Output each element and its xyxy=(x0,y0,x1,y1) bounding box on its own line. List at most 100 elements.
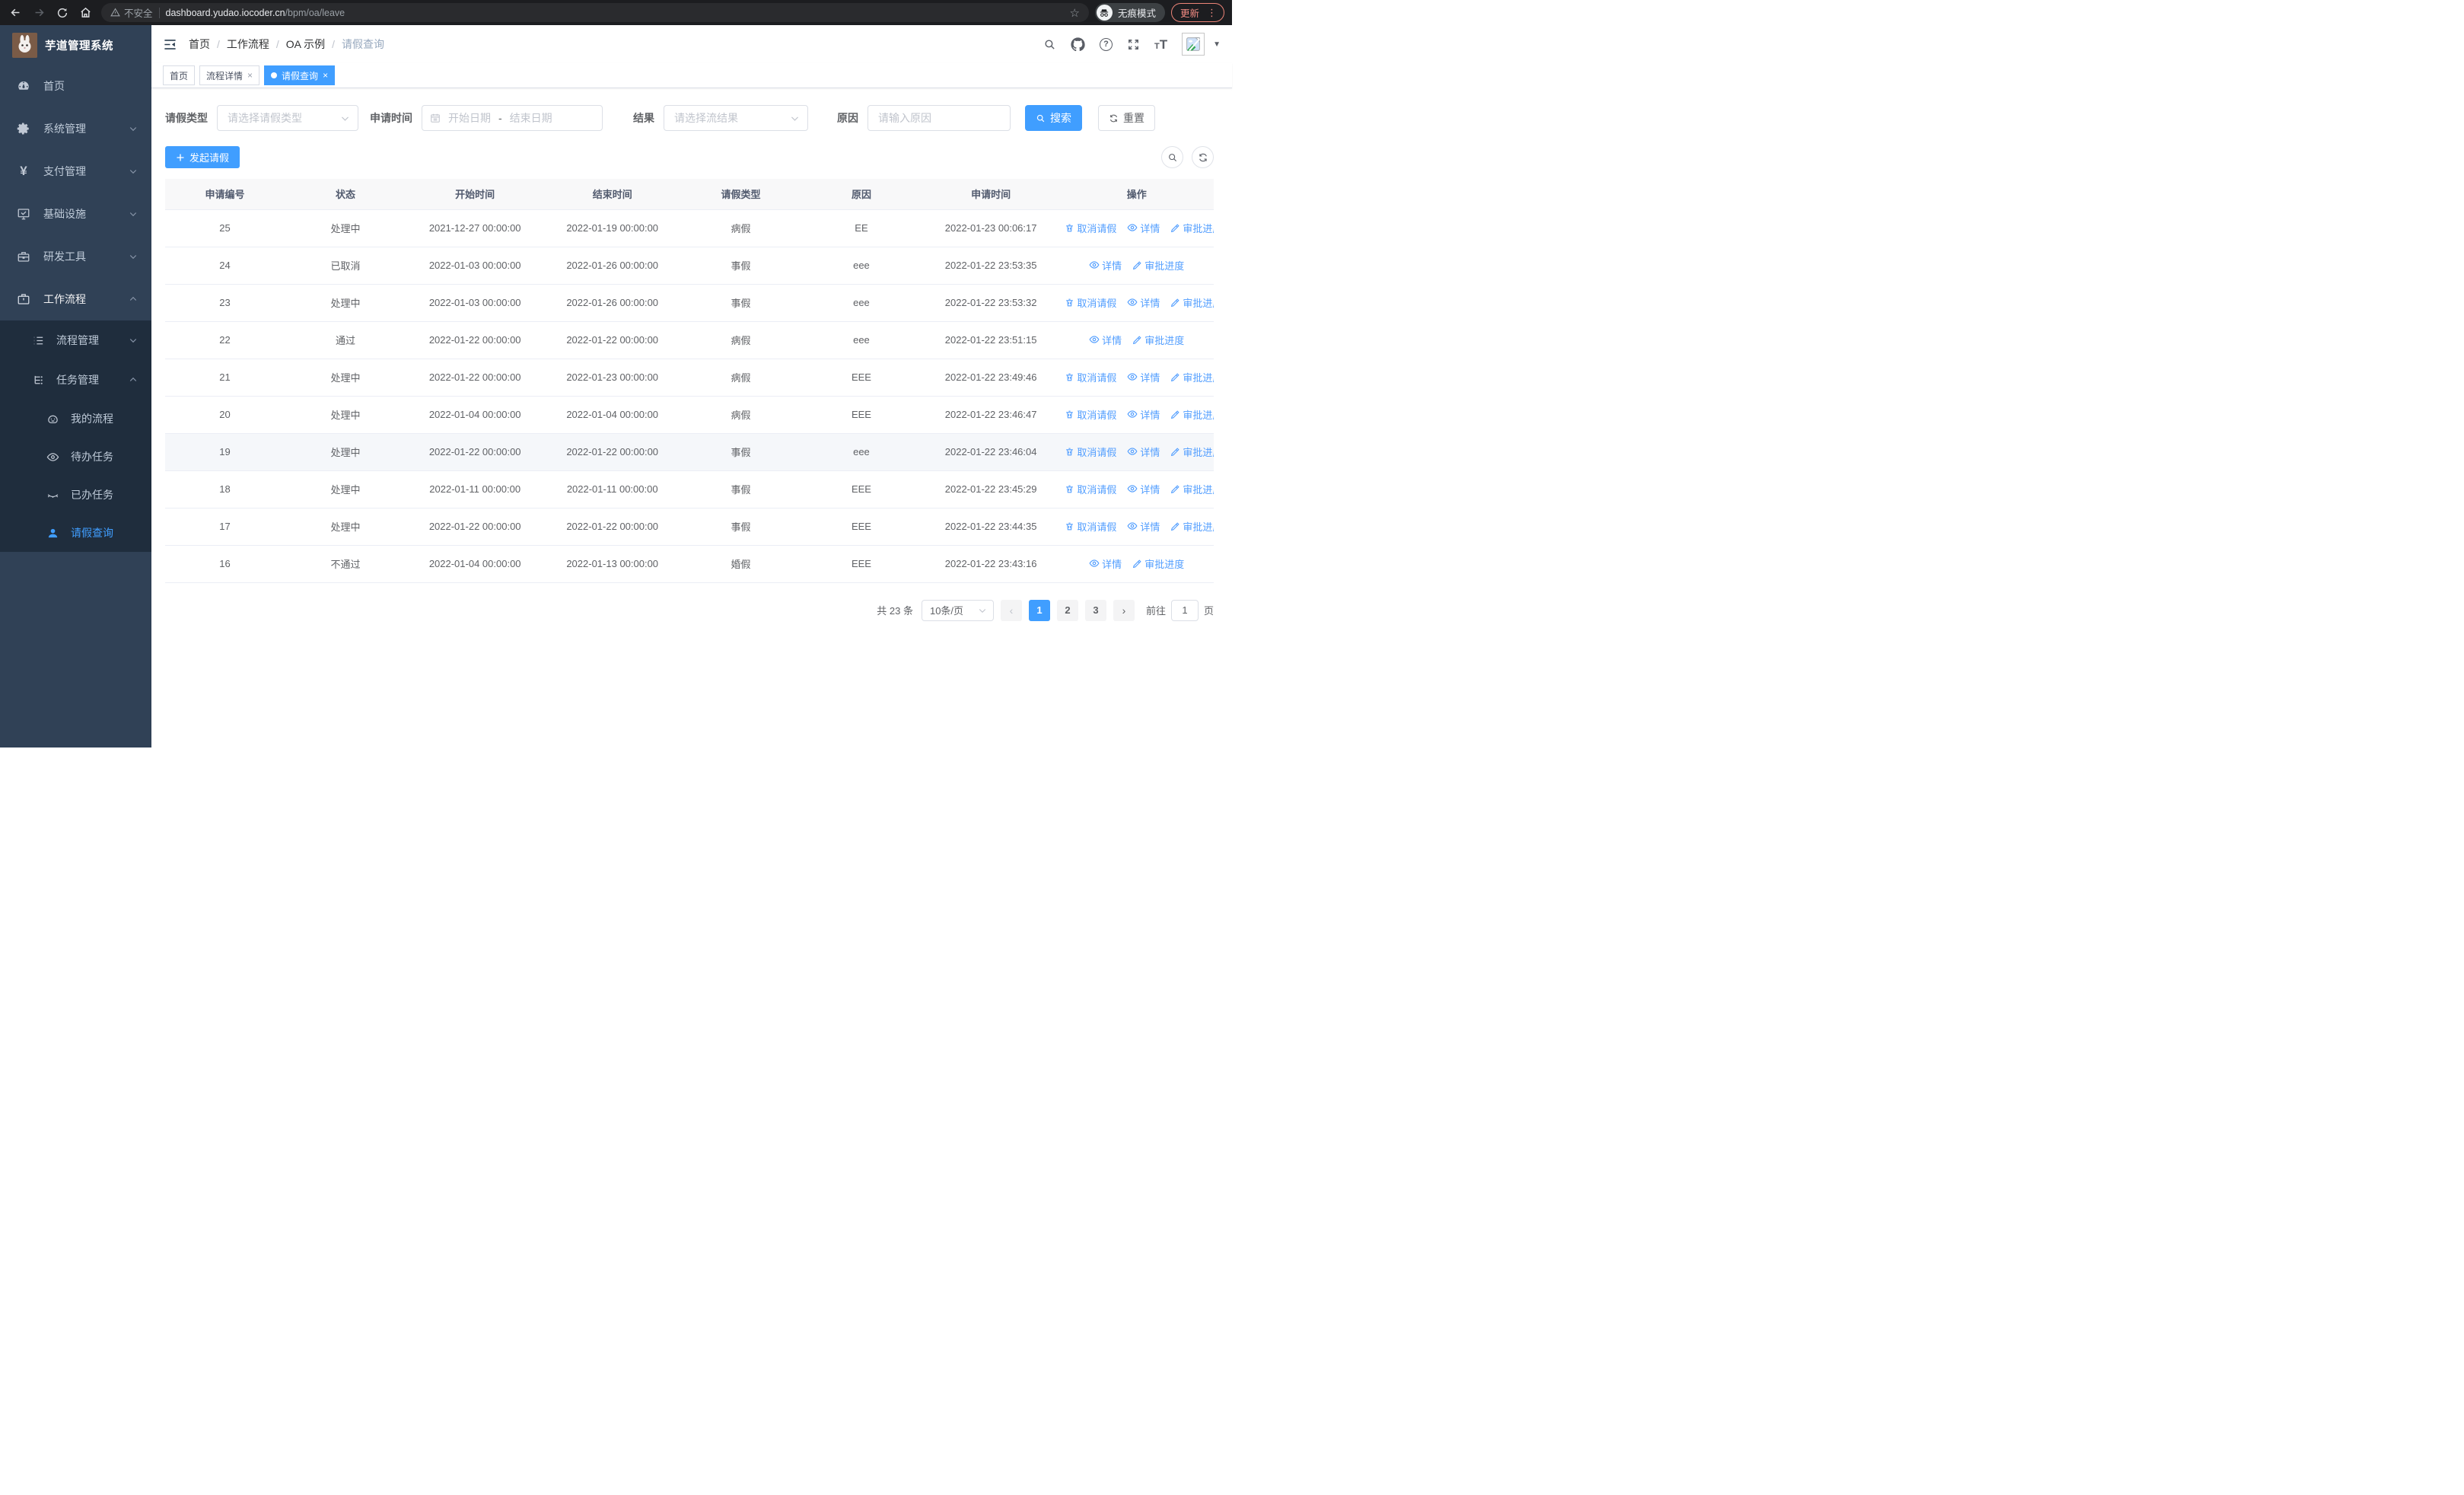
breadcrumb-item[interactable]: OA 示例 xyxy=(286,37,325,52)
help-icon[interactable]: ? xyxy=(1099,37,1113,51)
search-button[interactable]: 搜索 xyxy=(1025,105,1082,131)
eye-icon xyxy=(1127,298,1138,306)
tab-process-detail[interactable]: 流程详情 × xyxy=(199,65,260,85)
update-button[interactable]: 更新 ⋮ xyxy=(1170,3,1224,22)
avatar-dropdown-caret[interactable]: ▼ xyxy=(1213,40,1221,49)
column-header: 申请时间 xyxy=(922,179,1060,210)
breadcrumb-item[interactable]: 首页 xyxy=(189,37,210,52)
show-search-button[interactable] xyxy=(1161,146,1183,168)
action-detail-link[interactable]: 详情 xyxy=(1127,295,1160,310)
pen-icon xyxy=(1133,261,1141,270)
action-progress-link[interactable]: 审批进度 xyxy=(1170,519,1214,534)
action-detail-link[interactable]: 详情 xyxy=(1127,370,1160,384)
row-start-time: 2022-01-11 00:00:00 xyxy=(406,470,544,508)
apply-time-range-picker[interactable]: 开始日期 - 结束日期 xyxy=(422,105,603,131)
sidebar-item-todo-tasks[interactable]: 待办任务 xyxy=(0,438,151,476)
tab-leave-query[interactable]: 请假查询 × xyxy=(264,65,336,85)
sidebar-item-infra[interactable]: 基础设施 xyxy=(0,193,151,235)
action-progress-link[interactable]: 审批进度 xyxy=(1132,556,1184,571)
row-reason: EEE xyxy=(801,396,922,434)
page-button[interactable]: 3 xyxy=(1084,599,1106,621)
row-reason: eee xyxy=(801,321,922,359)
security-status[interactable]: 不安全 xyxy=(110,5,153,20)
action-cancel-leave-link[interactable]: 取消请假 xyxy=(1065,445,1116,459)
action-cancel-leave-link[interactable]: 取消请假 xyxy=(1065,295,1116,310)
browser-menu-icon[interactable]: ⋮ xyxy=(1207,7,1217,19)
back-icon[interactable] xyxy=(9,6,22,19)
avatar[interactable] xyxy=(1182,33,1205,56)
sidebar-item-workflow[interactable]: 工作流程 xyxy=(0,278,151,320)
table-row: 18 处理中 2022-01-11 00:00:00 2022-01-11 00:00… xyxy=(165,470,1214,508)
app-logo xyxy=(12,32,37,58)
action-detail-link[interactable]: 详情 xyxy=(1127,482,1160,496)
result-select[interactable]: 请选择流结果 xyxy=(664,105,808,131)
action-progress-link[interactable]: 审批进度 xyxy=(1170,482,1214,496)
action-detail-link[interactable]: 详情 xyxy=(1127,519,1160,534)
page-button[interactable]: 2 xyxy=(1056,599,1078,621)
action-progress-link[interactable]: 审批进度 xyxy=(1170,221,1214,235)
action-progress-link[interactable]: 审批进度 xyxy=(1170,445,1214,459)
close-icon[interactable]: × xyxy=(323,70,328,81)
close-icon[interactable]: × xyxy=(247,70,253,81)
action-detail-link[interactable]: 详情 xyxy=(1127,221,1160,235)
action-progress-link[interactable]: 审批进度 xyxy=(1132,333,1184,347)
page-size-select[interactable]: 10条/页 xyxy=(921,599,994,621)
action-detail-link[interactable]: 详情 xyxy=(1089,333,1122,347)
sidebar-item-task-mgmt[interactable]: 任务管理 xyxy=(0,360,151,400)
column-header: 状态 xyxy=(285,179,406,210)
action-cancel-leave-link[interactable]: 取消请假 xyxy=(1065,221,1116,235)
sidebar-fold-icon[interactable] xyxy=(163,37,177,52)
reason-input[interactable]: 请输入原因 xyxy=(867,105,1011,131)
row-actions: 取消请假详情审批进度 xyxy=(1059,470,1214,508)
sidebar-item-system[interactable]: 系统管理 xyxy=(0,107,151,150)
action-cancel-leave-link[interactable]: 取消请假 xyxy=(1065,370,1116,384)
reload-icon[interactable] xyxy=(56,7,68,19)
goto-page-input[interactable] xyxy=(1170,599,1199,621)
eye-closed-icon xyxy=(45,489,60,502)
search-icon[interactable] xyxy=(1043,38,1056,51)
refresh-table-button[interactable] xyxy=(1192,146,1214,168)
sidebar-item-done-tasks[interactable]: 已办任务 xyxy=(0,476,151,514)
home-icon[interactable] xyxy=(79,6,92,19)
page-button[interactable]: 1 xyxy=(1028,599,1050,621)
breadcrumb-item[interactable]: 工作流程 xyxy=(227,37,269,52)
sidebar-item-label: 任务管理 xyxy=(56,374,99,386)
font-size-icon[interactable]: TT xyxy=(1154,38,1167,51)
next-page-button[interactable]: › xyxy=(1113,599,1135,621)
action-detail-link[interactable]: 详情 xyxy=(1089,556,1122,571)
tab-home[interactable]: 首页 xyxy=(163,65,196,85)
sidebar-item-home[interactable]: 首页 xyxy=(0,65,151,107)
row-apply-time: 2022-01-22 23:53:32 xyxy=(922,284,1060,322)
github-icon[interactable] xyxy=(1071,37,1085,52)
action-progress-link[interactable]: 审批进度 xyxy=(1170,407,1214,422)
table-row: 25 处理中 2021-12-27 00:00:00 2022-01-19 00:00… xyxy=(165,209,1214,247)
action-cancel-leave-link[interactable]: 取消请假 xyxy=(1065,482,1116,496)
action-detail-link[interactable]: 详情 xyxy=(1127,445,1160,459)
action-progress-link[interactable]: 审批进度 xyxy=(1170,370,1214,384)
fullscreen-icon[interactable] xyxy=(1127,38,1140,51)
row-leave-type: 事假 xyxy=(680,247,801,285)
create-leave-button[interactable]: 发起请假 xyxy=(165,146,240,168)
bookmark-star-icon[interactable]: ☆ xyxy=(1070,6,1080,20)
leave-type-select[interactable]: 请选择请假类型 xyxy=(217,105,358,131)
table-row: 20 处理中 2022-01-04 00:00:00 2022-01-04 00:00… xyxy=(165,396,1214,434)
sidebar-item-leave-query[interactable]: 请假查询 xyxy=(0,514,151,552)
sidebar-item-devtools[interactable]: 研发工具 xyxy=(0,235,151,278)
sidebar-item-process-mgmt[interactable]: 流程管理 xyxy=(0,320,151,360)
action-detail-link[interactable]: 详情 xyxy=(1089,258,1122,273)
eye-icon xyxy=(1127,448,1138,455)
prev-page-button[interactable]: ‹ xyxy=(1000,599,1022,621)
topbar: 首页 / 工作流程 / OA 示例 / 请假查询 ? TT ▼ xyxy=(151,25,1232,63)
action-progress-link[interactable]: 审批进度 xyxy=(1132,258,1184,273)
action-detail-link[interactable]: 详情 xyxy=(1127,407,1160,422)
address-bar[interactable]: 不安全 dashboard.yudao.iocoder.cn/bpm/oa/le… xyxy=(101,3,1089,22)
action-cancel-leave-link[interactable]: 取消请假 xyxy=(1065,407,1116,422)
reset-button[interactable]: 重置 xyxy=(1098,105,1155,131)
forward-icon[interactable] xyxy=(33,6,46,19)
table-row: 23 处理中 2022-01-03 00:00:00 2022-01-26 00:00… xyxy=(165,284,1214,322)
sidebar-item-my-process[interactable]: 我的流程 xyxy=(0,400,151,438)
action-cancel-leave-link[interactable]: 取消请假 xyxy=(1065,519,1116,534)
action-progress-link[interactable]: 审批进度 xyxy=(1170,295,1214,310)
sidebar-item-payment[interactable]: ¥ 支付管理 xyxy=(0,150,151,193)
row-end-time: 2022-01-19 00:00:00 xyxy=(543,209,681,247)
